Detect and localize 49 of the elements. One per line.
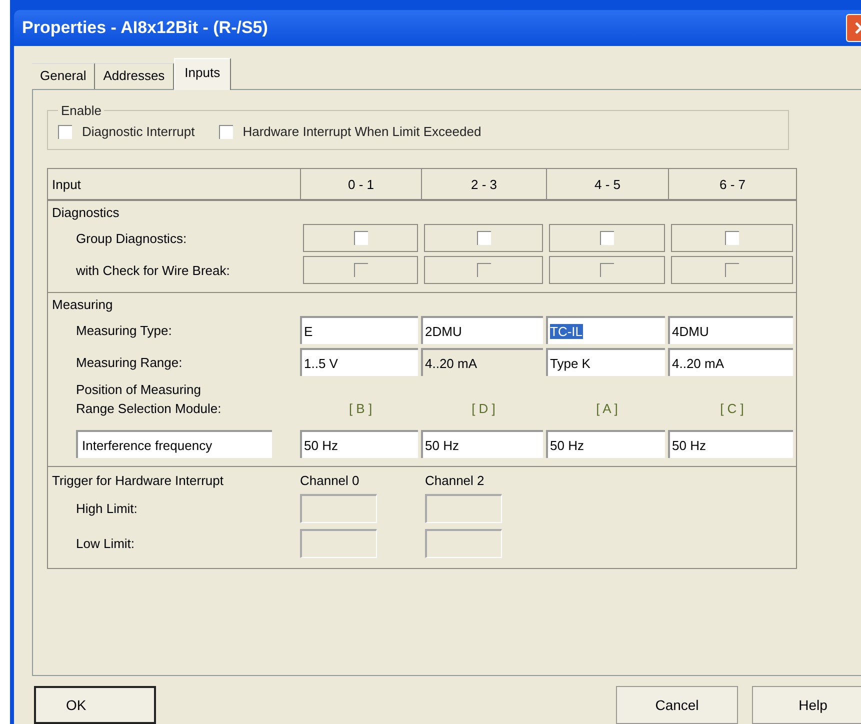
measuring-field[interactable]: 1..5 V [300, 348, 418, 376]
column-header: 4 - 5 [546, 169, 668, 201]
row-label: Position of Measuring Range Selection Module: [75, 381, 222, 418]
measuring-field[interactable]: TC-IL [546, 316, 665, 344]
tab[interactable]: Addresses [95, 63, 174, 89]
dialog-button[interactable]: OK [34, 686, 156, 724]
dialog-button[interactable]: Help [752, 686, 861, 724]
checkbox[interactable] [476, 231, 490, 245]
column-header: Input [48, 169, 300, 201]
tab[interactable]: Inputs [174, 58, 232, 90]
frequency-field[interactable]: 50 Hz [300, 430, 418, 458]
checkbox[interactable] [218, 124, 233, 138]
checkbox-label: Diagnostic Interrupt [82, 124, 195, 139]
interference-field[interactable]: Interference frequency [76, 430, 272, 458]
column-header: 6 - 7 [668, 169, 796, 201]
section-title: Measuring [51, 297, 114, 312]
column-header: 0 - 1 [300, 169, 421, 201]
channel-label: Channel 0 [300, 473, 360, 488]
section-title: Diagnostics [51, 205, 120, 220]
frequency-field[interactable]: 50 Hz [421, 430, 543, 458]
measuring-field[interactable]: 4DMU [668, 316, 793, 344]
row-label: Group Diagnostics: [75, 230, 188, 248]
checkbox-label: Hardware Interrupt When Limit Exceeded [242, 124, 482, 139]
module-position: [ B ] [348, 400, 374, 418]
measuring-field[interactable]: Type K [546, 348, 665, 376]
row-label: Measuring Range: [75, 354, 184, 372]
checkbox[interactable] [354, 231, 368, 245]
row-label: with Check for Wire Break: [75, 262, 231, 280]
row-label: Low Limit: [75, 535, 136, 553]
frequency-field[interactable]: 50 Hz [546, 430, 665, 458]
module-position: [ D ] [470, 400, 496, 418]
row-label: High Limit: [75, 500, 138, 518]
row-label: Measuring Type: [75, 322, 173, 340]
window-title: Properties - AI8x12Bit - (R-/S5) [21, 18, 268, 38]
module-position: [ C ] [719, 400, 745, 418]
dialog-button[interactable]: Cancel [616, 686, 738, 724]
measuring-field[interactable]: E [300, 316, 418, 344]
module-position: [ A ] [595, 400, 619, 418]
column-header: 2 - 3 [421, 169, 546, 201]
measuring-field[interactable]: 2DMU [421, 316, 543, 344]
checkbox[interactable] [58, 124, 72, 138]
section-title: Trigger for Hardware Interrupt [51, 473, 224, 488]
frequency-field[interactable]: 50 Hz [668, 430, 793, 458]
checkbox[interactable] [600, 231, 614, 245]
group-title: Enable [60, 103, 102, 118]
checkbox[interactable] [725, 231, 739, 245]
channel-label: Channel 2 [425, 473, 486, 488]
tab[interactable]: General [32, 63, 96, 89]
measuring-field[interactable]: 4..20 mA [668, 348, 793, 376]
